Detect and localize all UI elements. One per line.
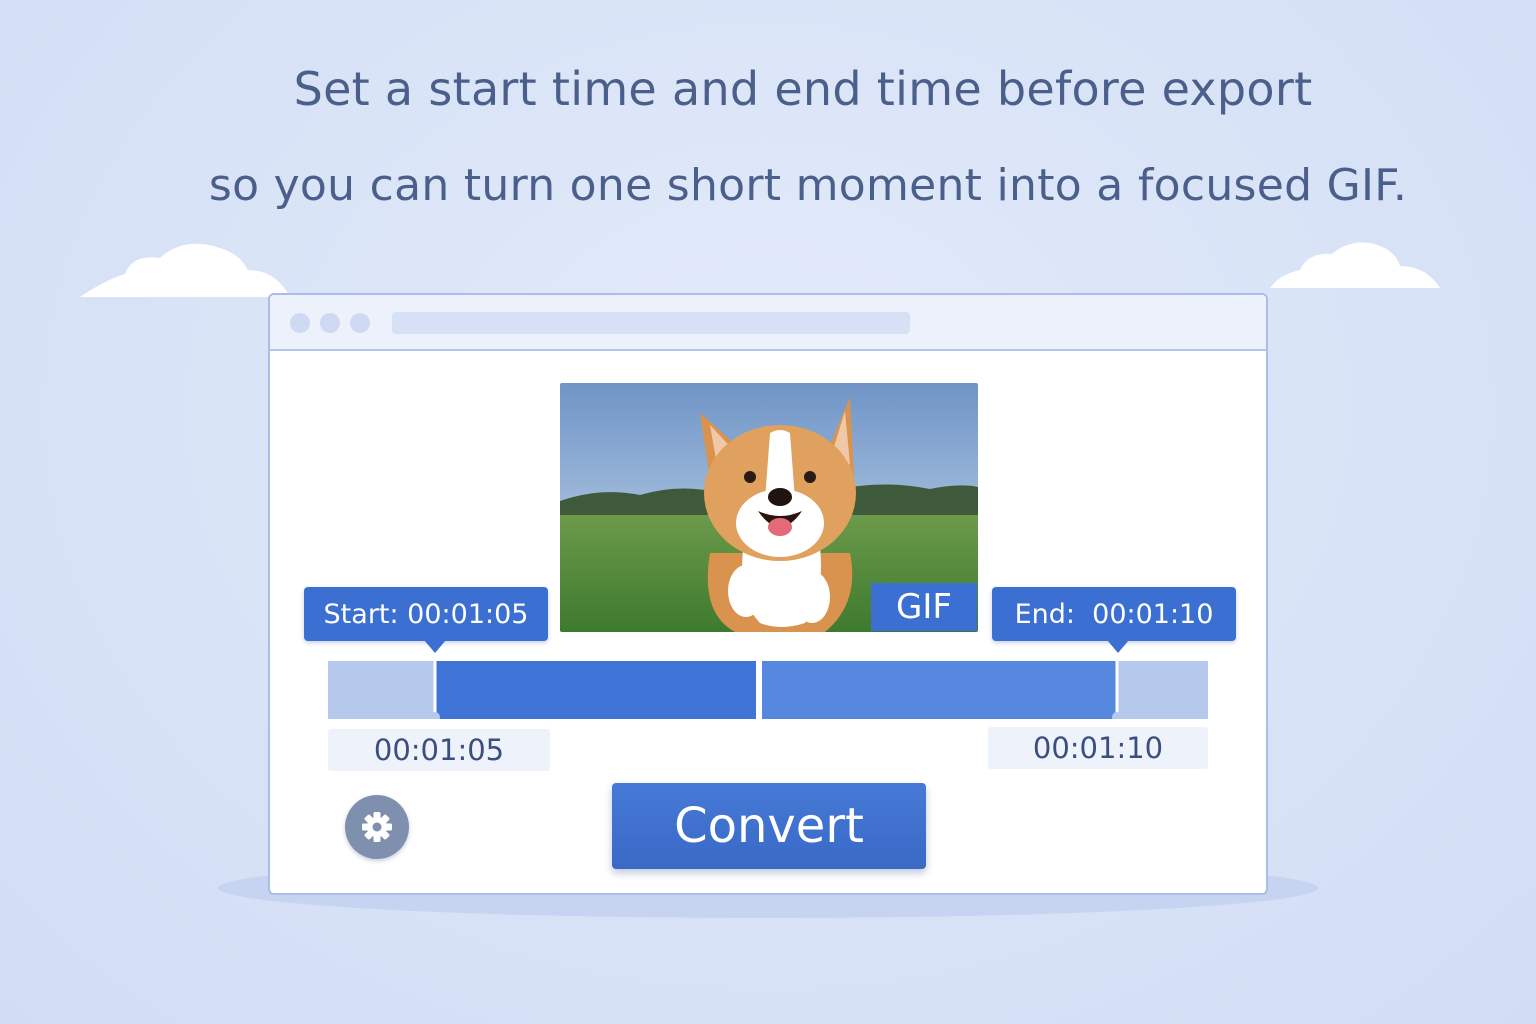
convert-button[interactable]: Convert: [612, 783, 926, 869]
start-time-field[interactable]: 00:01:05: [328, 729, 550, 771]
headline-line-2: so you can turn one short moment into a …: [208, 160, 1408, 211]
left-cloud-illustration: [80, 243, 290, 297]
timeline-divider: [756, 661, 762, 719]
window-control-dot[interactable]: [350, 313, 370, 333]
start-tag-label: Start: 00:01:05: [323, 598, 529, 630]
start-tag-pointer: [424, 640, 446, 653]
gear-icon: [362, 812, 392, 842]
address-bar[interactable]: [392, 312, 910, 334]
end-tag-pointer: [1107, 640, 1129, 653]
right-cloud-illustration: [1270, 242, 1440, 288]
window-titlebar: [270, 295, 1266, 351]
timeline-unselected-right: [1118, 661, 1208, 719]
timeline-unselected-left: [328, 661, 434, 719]
end-time-tag: End: 00:01:10: [992, 587, 1236, 653]
end-time-field[interactable]: 00:01:10: [988, 727, 1208, 769]
timeline-selected-range-left: [434, 661, 756, 719]
timeline-track[interactable]: [328, 661, 1208, 719]
start-time-tag: Start: 00:01:05: [304, 587, 548, 653]
window-control-dot[interactable]: [320, 313, 340, 333]
gif-badge: GIF: [871, 583, 977, 631]
headline-line-1: Set a start time and end time before exp…: [293, 62, 1313, 116]
end-tag-label: End: 00:01:10: [1014, 598, 1214, 630]
timeline-selected-range-right: [762, 661, 1118, 719]
settings-button[interactable]: [345, 795, 409, 859]
app-window: GIF Start: 00:01:05 End: 00:01:10 00:01:…: [268, 293, 1268, 895]
window-control-dot[interactable]: [290, 313, 310, 333]
